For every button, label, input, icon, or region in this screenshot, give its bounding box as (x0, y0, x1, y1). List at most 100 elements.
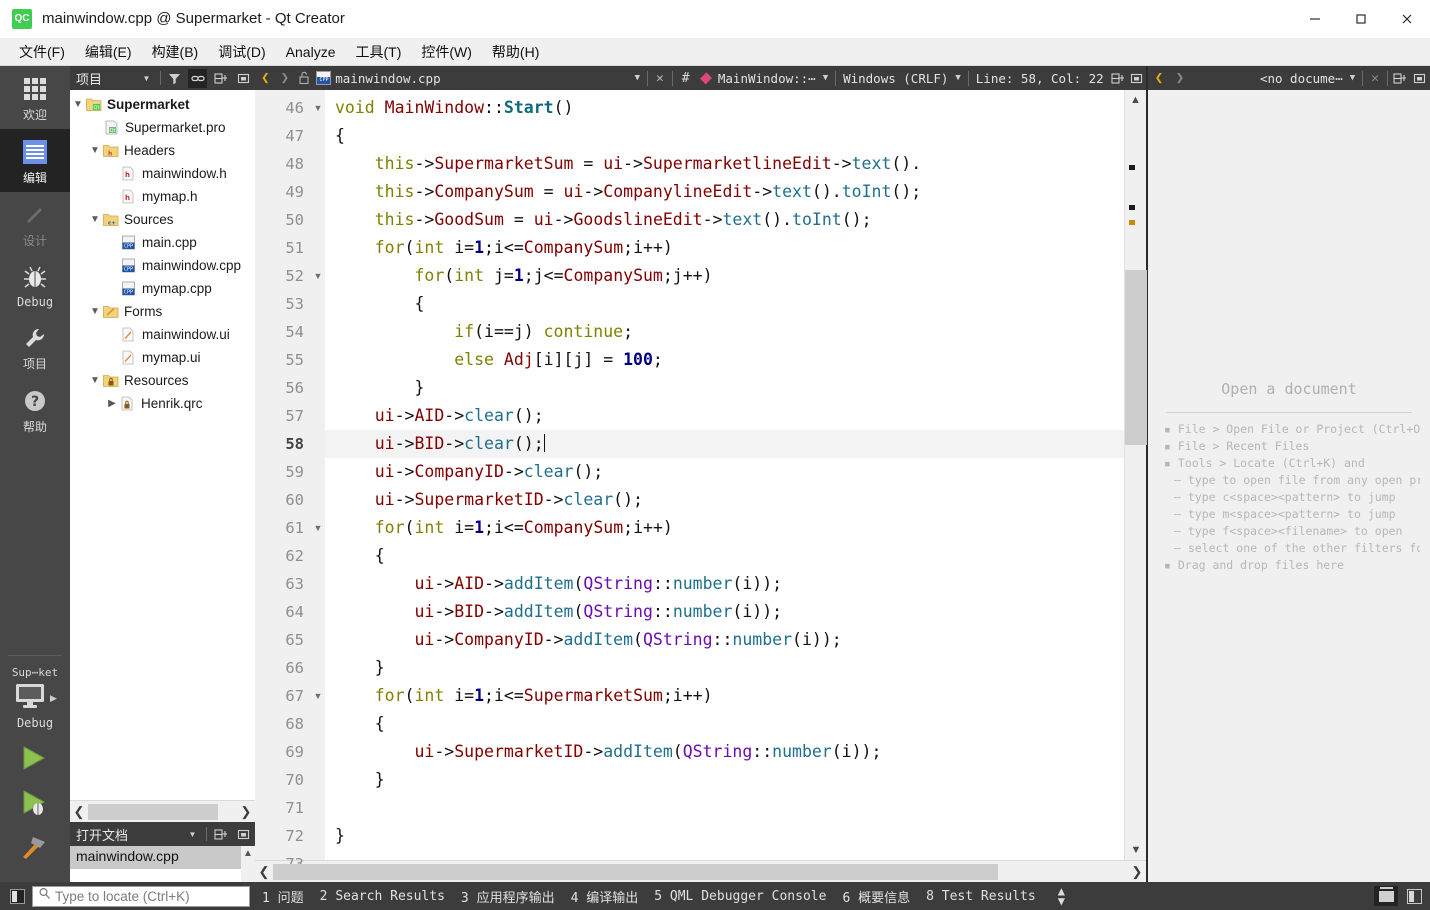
mode-help[interactable]: ? 帮助 (0, 378, 70, 441)
scroll-down-icon[interactable]: ▼ (1125, 840, 1147, 860)
output-tab-overview[interactable]: 6 概要信息 (842, 887, 910, 906)
menu-edit[interactable]: 编辑(E) (76, 39, 141, 65)
output-tab-app-output[interactable]: 3 应用程序输出 (461, 887, 555, 906)
chevron-down-icon[interactable]: ▼ (183, 825, 202, 844)
menu-file[interactable]: 文件(F) (10, 39, 74, 65)
kit-expand-arrow-icon[interactable]: ▶ (50, 693, 57, 704)
output-tab-compile[interactable]: 4 编译输出 (571, 887, 639, 906)
scroll-right-icon[interactable]: ❯ (1128, 864, 1146, 880)
code-line[interactable]: else Adj[i][j] = 100; (325, 346, 1124, 374)
split-icon[interactable] (211, 825, 230, 844)
code-line[interactable]: } (325, 822, 1124, 850)
menu-help[interactable]: 帮助(H) (483, 39, 548, 65)
code-line[interactable]: ui->BID->clear(); (325, 430, 1124, 458)
code-area[interactable]: void MainWindow::Start(){ this->Supermar… (325, 90, 1124, 860)
chevron-down-icon[interactable]: ▼ (1346, 73, 1359, 83)
output-tab-test[interactable]: 8 Test Results (926, 889, 1036, 904)
chevron-down-icon[interactable]: ▼ (87, 145, 103, 156)
hscroll-thumb[interactable] (88, 803, 218, 820)
split-icon[interactable] (1110, 70, 1126, 87)
chevron-down-icon[interactable]: ▼ (819, 73, 832, 83)
code-line[interactable]: for(int i=1;i<=CompanySum;i++) (325, 514, 1124, 542)
build-button[interactable] (0, 824, 70, 868)
project-tree-hscrollbar[interactable]: ❮ ❯ (70, 800, 255, 822)
code-line[interactable]: } (325, 374, 1124, 402)
code-line[interactable]: this->GoodSum = ui->GoodslineEdit->text(… (325, 206, 1124, 234)
open-documents-scrollbar[interactable]: ▲ (241, 846, 255, 882)
code-line[interactable]: ui->AID->clear(); (325, 402, 1124, 430)
vscroll-thumb[interactable] (1125, 270, 1147, 445)
debug-button[interactable] (0, 780, 70, 824)
chevron-down-icon[interactable]: ▼ (87, 375, 103, 386)
code-line[interactable]: ui->AID->addItem(QString::number(i)); (325, 570, 1124, 598)
mode-debug[interactable]: Debug (0, 255, 70, 315)
split-icon[interactable] (211, 69, 230, 88)
tree-item-henrik-qrc[interactable]: ▶ Henrik.qrc (70, 392, 255, 415)
hscroll-track[interactable] (88, 803, 237, 820)
code-line[interactable]: ui->CompanyID->addItem(QString::number(i… (325, 626, 1124, 654)
minimize-button[interactable] (1292, 0, 1338, 38)
symbol-selector[interactable]: MainWindow::⋯ (718, 71, 816, 86)
output-tab-issues[interactable]: 1 问题 (262, 887, 304, 906)
link-icon[interactable] (188, 68, 207, 88)
chevron-left-icon[interactable]: ❮ (1150, 70, 1168, 86)
editor-filename[interactable]: mainwindow.cpp (335, 71, 440, 86)
code-line[interactable]: } (325, 766, 1124, 794)
tree-item-mainwindow-ui[interactable]: mainwindow.ui (70, 323, 255, 346)
code-line[interactable]: ui->BID->addItem(QString::number(i)); (325, 598, 1124, 626)
chevron-right-icon[interactable]: ❯ (1171, 70, 1189, 86)
menu-widgets[interactable]: 控件(W) (412, 39, 481, 65)
menu-tools[interactable]: 工具(T) (346, 39, 410, 65)
locator-input[interactable]: Type to locate (Ctrl+K) (32, 885, 250, 907)
editor-vertical-scrollbar[interactable]: ▲ ▼ (1124, 90, 1147, 860)
output-pane-toggle-icon[interactable] (1402, 886, 1426, 906)
scroll-left-icon[interactable]: ❮ (70, 804, 88, 820)
mode-welcome[interactable]: 欢迎 (0, 66, 70, 129)
code-line[interactable]: } (325, 654, 1124, 682)
close-pane-icon[interactable] (234, 69, 253, 88)
chevron-down-icon[interactable]: ▼ (87, 214, 103, 225)
chevron-down-icon[interactable]: ▼ (137, 69, 156, 88)
chevron-down-icon[interactable]: ▼ (70, 99, 86, 110)
fold-indicator-column[interactable]: ▼ ▼ ▼ ▼ (311, 90, 325, 860)
tree-item-supermarket-pro[interactable]: Qt Supermarket.pro (70, 116, 255, 139)
maximize-button[interactable] (1338, 0, 1384, 38)
tree-item-mainwindow-h[interactable]: h mainwindow.h (70, 162, 255, 185)
code-line[interactable]: for(int j=1;j<=CompanySum;j++) (325, 262, 1124, 290)
chevron-down-icon[interactable]: ▼ (87, 306, 103, 317)
tree-item-main-cpp[interactable]: CPP main.cpp (70, 231, 255, 254)
close-document-icon[interactable]: ✕ (651, 71, 669, 86)
close-split-icon[interactable] (1128, 70, 1144, 87)
tree-item-mainwindow-cpp[interactable]: CPP mainwindow.cpp (70, 254, 255, 277)
output-tab-qml-debug[interactable]: 5 QML Debugger Console (654, 889, 826, 904)
editor-body[interactable]: 46 47 48 49 50 51 52 53 54 55 56 57 58 59 60 61 62 63 64 65… (255, 90, 1147, 873)
run-button[interactable] (0, 736, 70, 780)
project-tree[interactable]: ▼ Qt Supermarket Qt Supermarket.pro ▼ h (70, 90, 255, 800)
tree-item-mymap-ui[interactable]: mymap.ui (70, 346, 255, 369)
hash-icon[interactable]: # (676, 71, 696, 86)
code-line[interactable]: this->CompanySum = ui->CompanylineEdit->… (325, 178, 1124, 206)
menu-build[interactable]: 构建(B) (143, 39, 208, 65)
code-line[interactable] (325, 794, 1124, 822)
tree-item-supermarket[interactable]: ▼ Qt Supermarket (70, 93, 255, 116)
fold-toggle-icon[interactable]: ▼ (311, 514, 325, 542)
line-ending-selector[interactable]: Windows (CRLF) (839, 71, 948, 86)
close-document-icon[interactable]: ✕ (1366, 71, 1384, 86)
chevron-down-icon[interactable]: ▼ (951, 73, 964, 83)
chevron-left-icon[interactable]: ❮ (257, 70, 274, 86)
kit-selector[interactable]: Sup⋯ket ▶ Debug (0, 662, 70, 736)
code-line[interactable] (325, 850, 1124, 860)
tree-item-mymap-cpp[interactable]: CPP mymap.cpp (70, 277, 255, 300)
mode-design[interactable]: 设计 (0, 192, 70, 255)
output-tab-search[interactable]: 2 Search Results (320, 889, 445, 904)
editor-horizontal-scrollbar[interactable]: ❮ ❯ (255, 860, 1146, 882)
fold-toggle-icon[interactable]: ▼ (311, 262, 325, 290)
menu-debug[interactable]: 调试(D) (209, 39, 274, 65)
mode-edit[interactable]: 编辑 (0, 129, 70, 192)
chevron-down-icon[interactable]: ▼ (631, 73, 644, 83)
open-documents-list[interactable]: mainwindow.cpp ▲ (70, 846, 255, 882)
code-line[interactable]: { (325, 122, 1124, 150)
progress-details-icon[interactable] (1374, 886, 1398, 906)
sidebar-toggle-icon[interactable] (4, 885, 30, 907)
code-line[interactable]: { (325, 710, 1124, 738)
